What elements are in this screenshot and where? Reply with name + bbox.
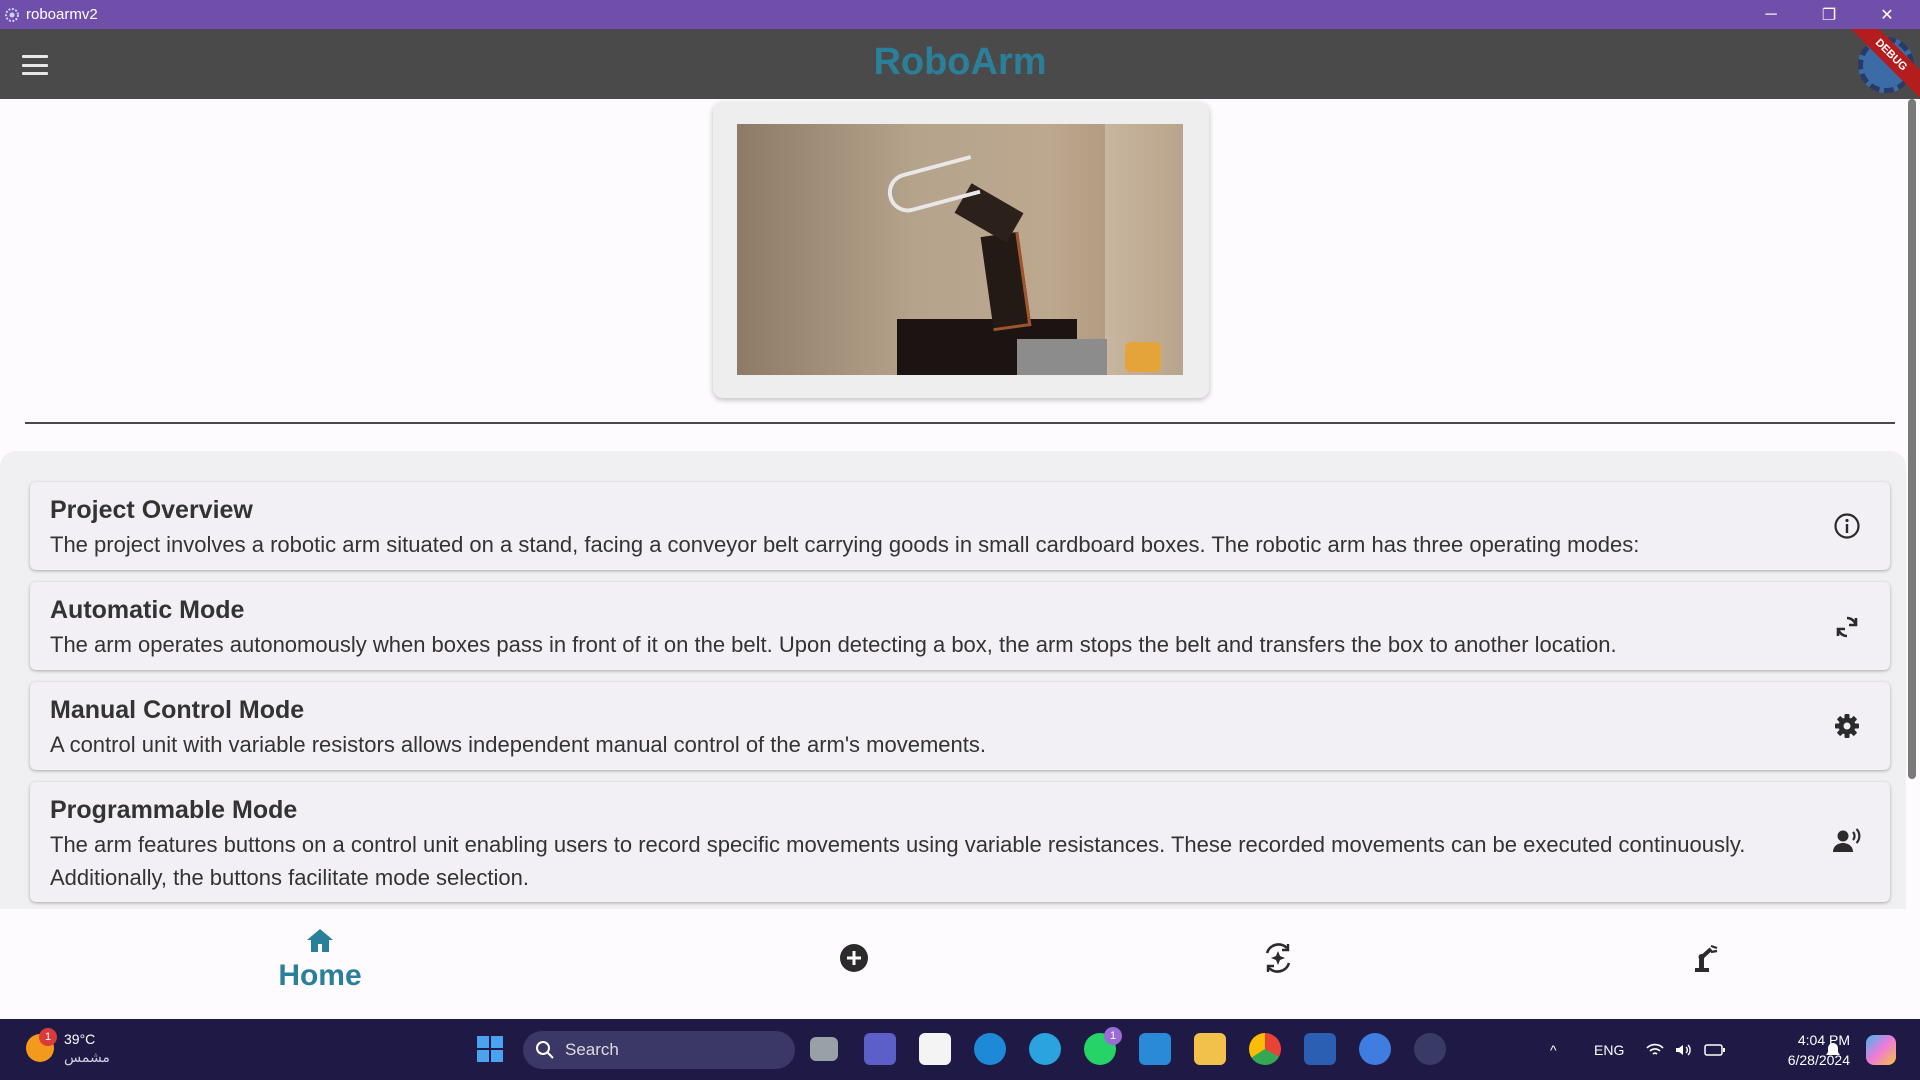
language-indicator[interactable]: ENG [1594,1019,1624,1080]
vscode-icon[interactable] [1139,1033,1171,1065]
motion-icon [1265,943,1291,973]
app-title: RoboArm [873,41,1047,83]
sun-icon: 1 [26,1028,57,1062]
minimize-button[interactable]: ─ [1742,0,1800,29]
search-placeholder: Search [565,1040,619,1059]
weather-condition: مشمس [64,1049,110,1065]
window-titlebar: roboarmv2 ─ ❐ ✕ [0,0,1920,29]
store-icon[interactable] [919,1033,951,1065]
teams-icon[interactable] [864,1033,896,1065]
whatsapp-badge: 1 [1104,1027,1122,1045]
card-description: The project involves a robotic arm situa… [50,532,1640,557]
chrome-icon[interactable] [1249,1033,1281,1065]
taskbar: 1 39°C مشمس Search 1 ^ ENG 4:04 PM 6/28/… [0,1019,1920,1080]
window-title: roboarmv2 [26,6,98,23]
app-bar: RoboArm [0,29,1920,99]
edge-icon[interactable] [974,1033,1006,1065]
section-divider [25,422,1895,424]
scrollbar[interactable] [1908,99,1916,779]
gear-icon [1832,711,1862,741]
nav-item-add[interactable] [822,909,886,1019]
weather-widget[interactable]: 1 39°C مشمس [26,1028,110,1066]
close-button[interactable]: ✕ [1858,0,1916,29]
card-description: The arm features buttons on a control un… [50,832,1746,890]
card-automatic-mode[interactable]: Automatic Mode The arm operates autonomo… [30,582,1890,670]
nav-item-home[interactable]: Home [268,909,372,1019]
card-title: Automatic Mode [50,596,245,624]
voice-user-icon [1832,826,1862,856]
weather-badge: 1 [39,1028,57,1046]
card-programmable-mode[interactable]: Programmable Mode The arm features butto… [30,782,1890,902]
word-icon[interactable] [1304,1033,1336,1065]
taskbar-search[interactable]: Search [523,1031,795,1069]
start-button[interactable] [474,1033,506,1065]
card-description: A control unit with variable resistors a… [50,732,986,757]
sync-icon [1832,612,1862,642]
card-description: The arm operates autonomously when boxes… [50,632,1617,657]
notification-bell-icon[interactable] [1824,1019,1842,1080]
telegram-icon[interactable] [1029,1033,1061,1065]
nav-item-robot-arm[interactable] [1674,909,1738,1019]
app-icon [5,7,19,22]
home-icon [307,929,333,952]
card-title: Programmable Mode [50,796,298,824]
hero-image-card [713,102,1209,398]
roboarm-app-icon[interactable] [1414,1033,1446,1065]
nav-item-motion[interactable] [1246,909,1310,1019]
mode-list: Project Overview The project involves a … [0,451,1906,909]
task-view-icon[interactable] [810,1037,838,1061]
robot-arm-icon [1695,944,1718,972]
weather-temp: 39°C [64,1031,96,1047]
nav-label-home: Home [278,959,362,992]
copilot-icon[interactable] [1866,1019,1896,1080]
card-title: Project Overview [50,496,253,524]
tray-overflow-icon[interactable]: ^ [1550,1019,1557,1080]
main-content: Project Overview The project involves a … [0,99,1906,909]
whatsapp-icon[interactable]: 1 [1084,1027,1122,1065]
volume-icon[interactable] [1674,1019,1692,1080]
bottom-navigation: Home [0,909,1920,1019]
file-explorer-icon[interactable] [1194,1033,1226,1065]
card-project-overview[interactable]: Project Overview The project involves a … [30,482,1890,570]
maximize-button[interactable]: ❐ [1800,0,1858,29]
battery-icon[interactable] [1704,1019,1726,1080]
android-studio-icon[interactable] [1359,1033,1391,1065]
robot-arm-photo [737,124,1183,375]
wifi-icon[interactable] [1646,1019,1664,1080]
search-icon [536,1041,554,1059]
info-icon [1832,511,1862,541]
add-circle-icon [840,944,868,972]
card-manual-control-mode[interactable]: Manual Control Mode A control unit with … [30,682,1890,770]
card-title: Manual Control Mode [50,696,305,724]
debug-banner: DEBUG [1850,29,1920,99]
